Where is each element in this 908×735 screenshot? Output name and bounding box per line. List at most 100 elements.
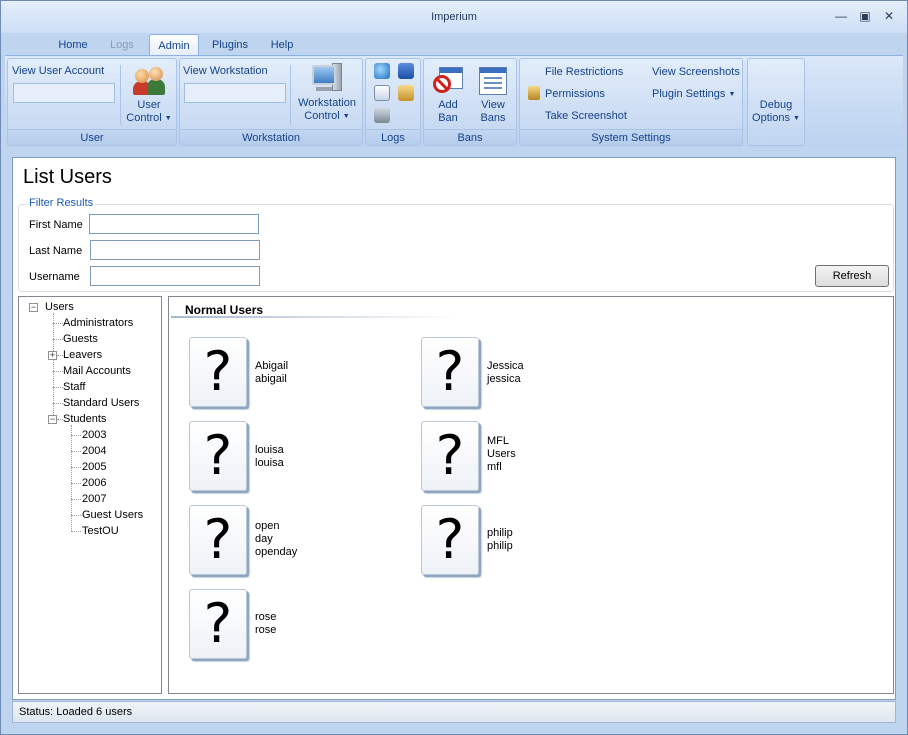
tree-item-2004[interactable]: 2004 [82,445,106,457]
dropdown-arrow-icon: ▼ [728,91,736,98]
refresh-button[interactable]: Refresh [815,265,889,287]
tab-help[interactable]: Help [257,34,307,56]
take-screenshot-button[interactable]: Take Screenshot [545,110,627,122]
username-input[interactable] [90,266,260,286]
section-title-normal-users: Normal Users [185,303,264,317]
tree-item-mail-accounts[interactable]: Mail Accounts [63,365,131,377]
ribbon-group-system-settings: File Restrictions Permissions Take Scree… [519,58,743,146]
unknown-user-icon: ? [189,337,247,407]
first-name-input[interactable] [89,214,259,234]
tree-item-2005[interactable]: 2005 [82,461,106,473]
user-name: Users [487,448,516,460]
minimize-icon[interactable]: — [833,9,849,23]
dropdown-arrow-icon: ▼ [164,115,172,122]
tree-item-2006[interactable]: 2006 [82,477,106,489]
tree-item-staff[interactable]: Staff [63,381,85,393]
add-ban-button[interactable]: Add Ban [428,67,468,125]
permissions-button[interactable]: Permissions [545,88,605,100]
ribbon-group-user: View User Account User Control ▼ User [7,58,177,146]
add-ban-icon [433,67,463,95]
user-name: louisa [255,444,284,456]
file-restrictions-button[interactable]: File Restrictions [545,66,623,78]
user-card-philip[interactable]: ? philip philip [421,505,621,581]
workstation-control-button[interactable]: Workstation Control ▼ [294,63,360,123]
tree-item-testou[interactable]: TestOU [82,525,119,537]
main-content: List Users Filter Results First Name Las… [12,157,896,700]
unknown-user-icon: ? [421,421,479,491]
users-icon [133,65,165,95]
tab-logs[interactable]: Logs [99,34,145,56]
user-name: MFL [487,435,509,447]
view-workstation-input[interactable] [184,83,286,103]
ribbon-group-workstation: View Workstation Workstation Control ▼ W… [179,58,363,146]
filter-results-group: Filter Results First Name Last Name User… [18,197,894,292]
workstation-control-label-2: Control [304,110,340,122]
user-control-button[interactable]: User Control ▼ [124,65,174,125]
unknown-user-icon: ? [189,505,247,575]
app-window: Imperium — ▣ ✕ Home Logs Admin Plugins H… [0,0,908,735]
user-card-louisa[interactable]: ? louisa louisa [189,421,389,497]
ou-tree[interactable]: − Users Administrators Guests + Leavers … [18,296,162,694]
close-icon[interactable]: ✕ [881,9,897,23]
workstation-control-label-1: Workstation [298,97,356,109]
tree-item-leavers[interactable]: Leavers [63,349,102,361]
view-bans-button[interactable]: View Bans [472,67,514,125]
last-name-input[interactable] [90,240,260,260]
tab-home[interactable]: Home [47,34,99,56]
debug-options-label-2: Options [752,112,790,124]
tree-item-students[interactable]: Students [63,413,106,425]
tree-item-users[interactable]: Users [45,301,74,313]
user-card-rose[interactable]: ? rose rose [189,589,389,665]
user-card-abigail[interactable]: ? Abigail abigail [189,337,389,413]
dropdown-arrow-icon: ▼ [793,115,800,122]
user-card-mfl[interactable]: ? MFL Users mfl [421,421,621,497]
user-login: jessica [487,373,521,385]
unknown-user-icon: ? [189,421,247,491]
collapse-icon[interactable]: − [48,415,57,424]
ribbon-group-logs: Logs [365,58,421,146]
add-ban-label-1: Add [438,99,458,111]
user-name: open [255,520,280,532]
tree-item-administrators[interactable]: Administrators [63,317,133,329]
ribbon-group-label-user: User [8,129,176,145]
view-screenshots-button[interactable]: View Screenshots [652,66,740,78]
user-name: rose [255,611,277,623]
expand-icon[interactable]: + [48,351,57,360]
user-login: abigail [255,373,287,385]
user-name: philip [487,527,513,539]
unknown-user-icon: ? [421,505,479,575]
printer-log-icon[interactable] [374,107,390,123]
user-card-openday[interactable]: ? open day openday [189,505,389,581]
add-ban-label-2: Ban [438,112,458,124]
tab-plugins[interactable]: Plugins [203,34,257,56]
user-card-jessica[interactable]: ? Jessica jessica [421,337,621,413]
debug-options-button[interactable]: Debug Options ▼ [750,99,802,125]
plugin-settings-button[interactable]: Plugin Settings ▼ [652,88,735,100]
user-control-label-2: Control [126,112,162,124]
tab-admin[interactable]: Admin [149,34,199,56]
filter-results-legend: Filter Results [27,197,96,209]
ribbon-group-bans: Add Ban View Bans Bans [423,58,517,146]
window-log-icon[interactable] [374,85,390,101]
workstation-icon [310,63,344,95]
debug-options-label-1: Debug [759,99,793,111]
tree-item-2003[interactable]: 2003 [82,429,106,441]
unknown-user-icon: ? [421,337,479,407]
status-bar: Status: Loaded 6 users [12,701,896,723]
save-log-icon[interactable] [398,63,414,79]
view-workstation-label: View Workstation [183,65,268,77]
first-name-label: First Name [29,219,83,231]
tree-item-standard-users[interactable]: Standard Users [63,397,139,409]
tree-item-guests[interactable]: Guests [63,333,98,345]
collapse-icon[interactable]: − [29,303,38,312]
status-text: Status: Loaded 6 users [19,706,133,718]
tree-item-guest-users[interactable]: Guest Users [82,509,143,521]
view-user-account-input[interactable] [13,83,115,103]
page-title: List Users [23,166,112,188]
web-log-icon[interactable] [374,63,390,79]
maximize-icon[interactable]: ▣ [857,9,873,23]
tree-item-2007[interactable]: 2007 [82,493,106,505]
lock-icon [528,86,540,100]
ribbon-group-debug: Debug Options ▼ [747,58,805,146]
key-log-icon[interactable] [398,85,414,101]
